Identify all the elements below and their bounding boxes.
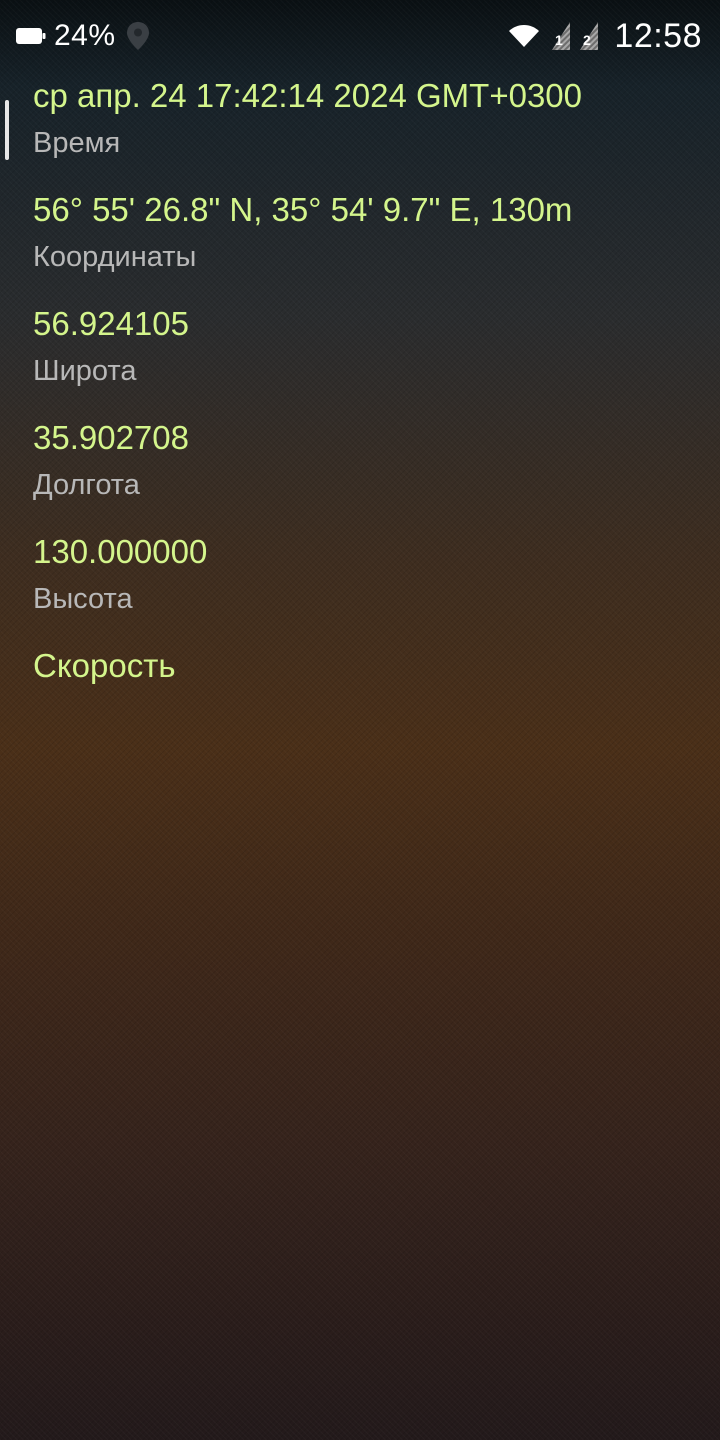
signal-icon-sim2: 2 — [578, 21, 600, 51]
location-icon — [126, 21, 150, 51]
speed-value: Скорость — [33, 647, 176, 684]
time-label: Время — [33, 127, 121, 159]
list-item-coordinates[interactable]: 56° 55' 26.8" N, 35° 54' 9.7" E, 130m Ко… — [33, 188, 703, 282]
svg-text:1: 1 — [555, 32, 563, 48]
battery-icon — [16, 26, 46, 46]
wifi-icon — [508, 24, 540, 48]
longitude-value: 35.902708 — [33, 419, 189, 456]
list-item-speed[interactable]: Скорость — [33, 644, 703, 688]
coordinates-value: 56° 55' 26.8" N, 35° 54' 9.7" E, 130m — [33, 191, 573, 228]
altitude-label: Высота — [33, 583, 133, 615]
status-bar: 24% 1 2 12:58 — [0, 0, 720, 72]
list-item-longitude[interactable]: 35.902708 Долгота — [33, 416, 703, 510]
location-info-list: ср апр. 24 17:42:14 2024 GMT+0300 Время … — [33, 74, 703, 708]
status-left-group: 24% — [16, 16, 150, 56]
coordinates-label: Координаты — [33, 241, 197, 273]
status-right-group: 1 2 12:58 — [508, 14, 702, 58]
list-item-altitude[interactable]: 130.000000 Высота — [33, 530, 703, 624]
list-item-latitude[interactable]: 56.924105 Широта — [33, 302, 703, 396]
svg-text:2: 2 — [583, 32, 591, 48]
altitude-value: 130.000000 — [33, 533, 208, 570]
scroll-indicator[interactable] — [5, 100, 9, 160]
longitude-label: Долгота — [33, 469, 140, 501]
time-value: ср апр. 24 17:42:14 2024 GMT+0300 — [33, 77, 583, 114]
latitude-label: Широта — [33, 355, 137, 387]
battery-percentage: 24% — [54, 19, 116, 52]
latitude-value: 56.924105 — [33, 305, 189, 342]
clock: 12:58 — [614, 16, 702, 55]
list-item-time[interactable]: ср апр. 24 17:42:14 2024 GMT+0300 Время — [33, 74, 703, 168]
signal-icon-sim1: 1 — [550, 21, 572, 51]
